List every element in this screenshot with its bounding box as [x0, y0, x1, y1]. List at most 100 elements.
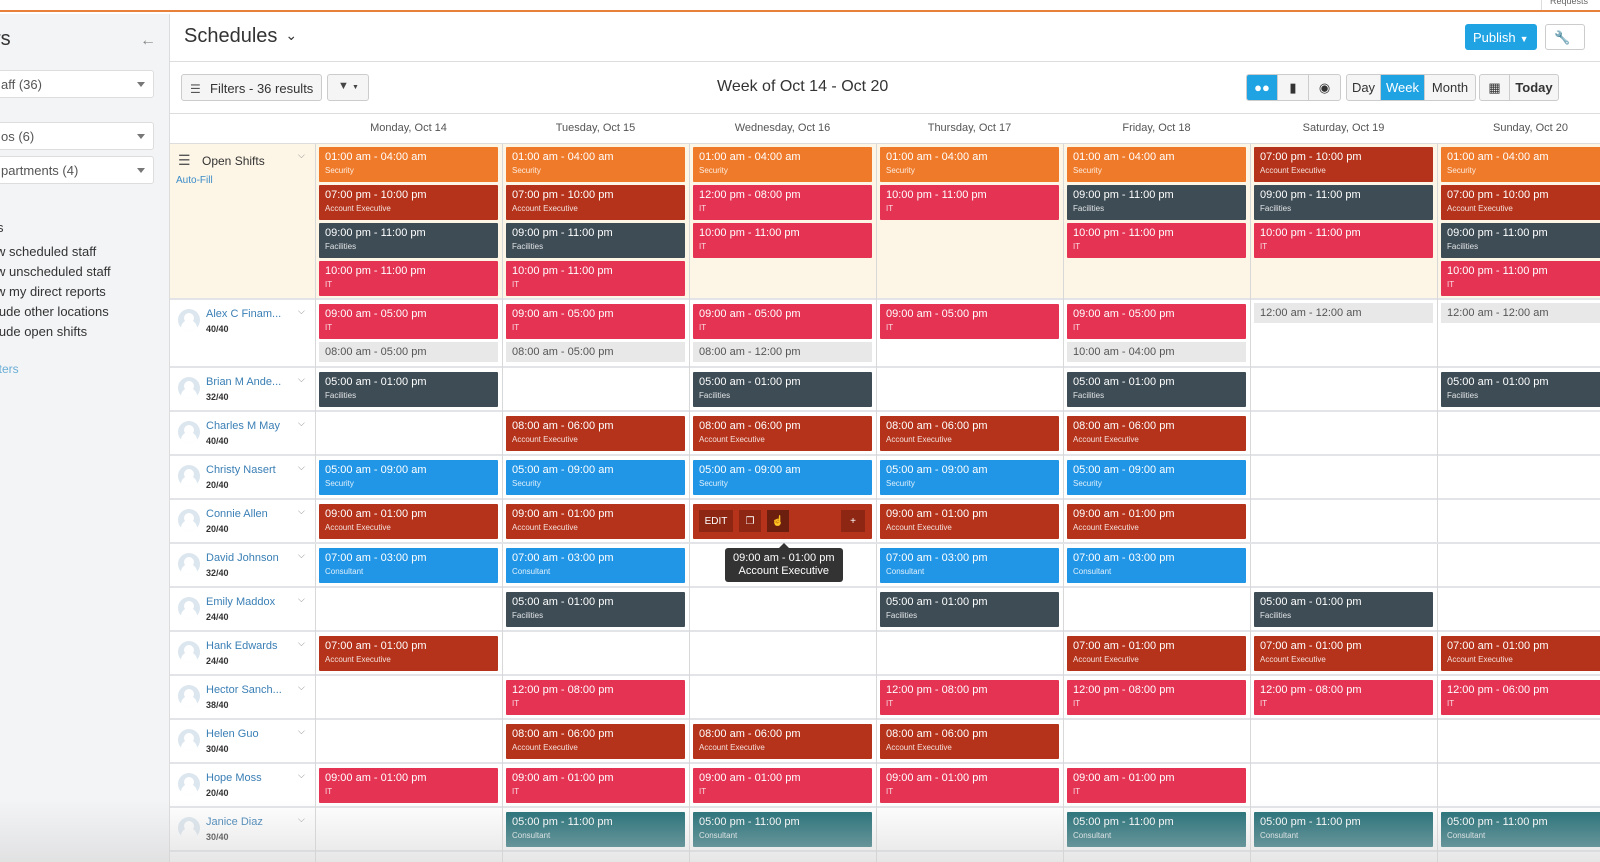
shift-block[interactable]: 12:00 pm - 08:00 pm IT [880, 680, 1059, 715]
chevron-down-icon[interactable]: ⌵ [298, 418, 305, 429]
shift-block[interactable]: 05:00 am - 09:00 am Security [506, 460, 685, 495]
today-button[interactable]: Today [1510, 75, 1558, 100]
employee-name[interactable]: David Johnson [206, 552, 279, 564]
shift-block[interactable]: 05:00 am - 01:00 pm Facilities [880, 592, 1059, 627]
open-shift[interactable]: 07:00 pm - 10:00 pm Account Executive [1441, 185, 1600, 220]
shift-block[interactable]: 09:00 am - 01:00 pm IT [693, 768, 872, 803]
shift-block[interactable]: 12:00 pm - 08:00 pm IT [1067, 680, 1246, 715]
team-icon[interactable]: ●● [1247, 75, 1278, 100]
shift-block[interactable]: 08:00 am - 06:00 pm Account Executive [506, 416, 685, 451]
hovered-shift[interactable]: EDIT ❐ ☝ + [693, 504, 872, 539]
open-shift[interactable]: 10:00 pm - 11:00 pm IT [506, 261, 685, 296]
open-shift[interactable]: 01:00 am - 04:00 am Security [1441, 147, 1600, 182]
arrow-left-icon[interactable]: ← [140, 32, 156, 50]
shift-block[interactable]: 05:00 pm - 11:00 pm Consultant [1067, 812, 1246, 847]
wrench-icon[interactable]: 🔧 [1545, 24, 1585, 50]
chevron-down-icon[interactable]: ⌵ [298, 550, 305, 561]
staff-select[interactable]: aff (36) [0, 70, 154, 98]
open-shift[interactable]: 07:00 pm - 10:00 pm Account Executive [319, 185, 498, 220]
shift-block[interactable]: 07:00 am - 03:00 pm Consultant [319, 548, 498, 583]
shift-block[interactable]: 07:00 am - 01:00 pm Account Executive [1441, 636, 1600, 671]
range-week-button[interactable]: Week [1381, 75, 1425, 100]
shift-block[interactable]: 07:00 am - 03:00 pm Consultant [506, 548, 685, 583]
shift-block[interactable]: 09:00 am - 05:00 pm IT [506, 304, 685, 339]
shift-block[interactable]: 09:00 am - 01:00 pm IT [1067, 768, 1246, 803]
open-shift[interactable]: 09:00 pm - 11:00 pm Facilities [506, 223, 685, 258]
shift-block[interactable]: 08:00 am - 06:00 pm Account Executive [693, 724, 872, 759]
employee-name[interactable]: Christy Nasert [206, 464, 276, 476]
publish-button[interactable]: Publish ▼ [1465, 24, 1537, 50]
chevron-down-icon[interactable]: ⌵ [298, 682, 305, 693]
open-shift[interactable]: 10:00 pm - 11:00 pm IT [1254, 223, 1433, 258]
shift-block[interactable]: 09:00 am - 05:00 pm IT [693, 304, 872, 339]
shift-block[interactable]: 08:00 am - 06:00 pm Account Executive [693, 416, 872, 451]
open-shift[interactable]: 12:00 pm - 08:00 pm IT [693, 185, 872, 220]
employee-name[interactable]: Helen Guo [206, 728, 259, 740]
chevron-down-icon[interactable]: ⌵ [298, 374, 305, 385]
open-shift[interactable]: 07:00 pm - 10:00 pm Account Executive [1254, 147, 1433, 182]
shift-block[interactable]: 09:00 am - 01:00 pm IT [319, 768, 498, 803]
open-shift[interactable]: 10:00 pm - 11:00 pm IT [319, 261, 498, 296]
shift-block[interactable]: 05:00 am - 09:00 am Security [880, 460, 1059, 495]
delete-shift-button[interactable]: ☝ [767, 510, 789, 532]
edit-shift-button[interactable]: EDIT [699, 510, 733, 532]
chevron-down-icon[interactable]: ⌵ [298, 638, 305, 649]
auto-fill-link[interactable]: Auto-Fill [176, 175, 213, 186]
departments-select[interactable]: partments (4) [0, 156, 154, 184]
chevron-down-icon[interactable]: ⌵ [298, 770, 305, 781]
chevron-down-icon[interactable]: ⌵ [298, 726, 305, 737]
shift-block[interactable]: 05:00 pm - 11:00 pm Consultant [693, 812, 872, 847]
chevron-down-icon[interactable]: ⌵ [298, 150, 305, 161]
shift-block[interactable]: 09:00 am - 01:00 pm Account Executive [506, 504, 685, 539]
chevron-down-icon[interactable]: ⌵ [298, 594, 305, 605]
shift-block[interactable]: 05:00 pm - 11:00 pm Consultant [1254, 812, 1433, 847]
range-month-button[interactable]: Month [1425, 75, 1475, 100]
open-shift[interactable]: 09:00 pm - 11:00 pm Facilities [1067, 185, 1246, 220]
employee-name[interactable]: Hank Edwards [206, 640, 278, 652]
shift-block[interactable]: 07:00 am - 01:00 pm Account Executive [1254, 636, 1433, 671]
shift-block[interactable]: 05:00 am - 01:00 pm Facilities [1067, 372, 1246, 407]
employee-name[interactable]: Janice Diaz [206, 816, 263, 828]
employee-name[interactable]: Charles M May [206, 420, 280, 432]
open-shift[interactable]: 10:00 pm - 11:00 pm IT [1441, 261, 1600, 296]
shift-block[interactable]: 05:00 am - 01:00 pm Facilities [319, 372, 498, 407]
option-show-scheduled[interactable]: w scheduled staff [0, 244, 96, 259]
person-icon[interactable]: ◉ [1309, 75, 1340, 100]
shift-block[interactable]: 09:00 am - 01:00 pm IT [506, 768, 685, 803]
shift-block[interactable]: 09:00 am - 01:00 pm Account Executive [319, 504, 498, 539]
option-show-unscheduled[interactable]: w unscheduled staff [0, 264, 111, 279]
shift-block[interactable]: 05:00 am - 09:00 am Security [693, 460, 872, 495]
open-shift[interactable]: 09:00 pm - 11:00 pm Facilities [1441, 223, 1600, 258]
shift-block[interactable]: 07:00 am - 03:00 pm Consultant [880, 548, 1059, 583]
chevron-down-icon[interactable]: ⌵ [298, 506, 305, 517]
shift-block[interactable]: 12:00 pm - 06:00 pm IT [1441, 680, 1600, 715]
shift-block[interactable]: 12:00 pm - 08:00 pm IT [506, 680, 685, 715]
shift-block[interactable]: 05:00 am - 09:00 am Security [1067, 460, 1246, 495]
shift-block[interactable]: 08:00 am - 06:00 pm Account Executive [880, 724, 1059, 759]
open-shift[interactable]: 01:00 am - 04:00 am Security [880, 147, 1059, 182]
employee-name[interactable]: Hector Sanch... [206, 684, 282, 696]
add-shift-button[interactable]: + [841, 510, 865, 532]
shift-block[interactable]: 05:00 am - 01:00 pm Facilities [1254, 592, 1433, 627]
chevron-down-icon[interactable]: ⌵ [298, 814, 305, 825]
shift-block[interactable]: 08:00 am - 06:00 pm Account Executive [506, 724, 685, 759]
shift-block[interactable]: 07:00 am - 01:00 pm Account Executive [1067, 636, 1246, 671]
shift-block[interactable]: 08:00 am - 06:00 pm Account Executive [1067, 416, 1246, 451]
shift-block[interactable]: 05:00 pm - 11:00 pm Consultant [1441, 812, 1600, 847]
schedules-dropdown[interactable]: Schedules ⌄ [184, 25, 297, 48]
open-shift[interactable]: 01:00 am - 04:00 am Security [506, 147, 685, 182]
option-show-direct-reports[interactable]: w my direct reports [0, 284, 106, 299]
range-day-button[interactable]: Day [1347, 75, 1381, 100]
open-shift[interactable]: 07:00 pm - 10:00 pm Account Executive [506, 185, 685, 220]
copy-icon[interactable]: ❐ [739, 510, 761, 532]
shift-block[interactable]: 05:00 am - 01:00 pm Facilities [1441, 372, 1600, 407]
document-icon[interactable]: ▮ [1278, 75, 1309, 100]
shift-block[interactable]: 05:00 pm - 11:00 pm Consultant [506, 812, 685, 847]
shift-block[interactable]: 09:00 am - 05:00 pm IT [880, 304, 1059, 339]
employee-name[interactable]: Alex C Finam... [206, 308, 281, 320]
shift-block[interactable]: 09:00 am - 05:00 pm IT [1067, 304, 1246, 339]
shift-block[interactable]: 09:00 am - 01:00 pm Account Executive [880, 504, 1059, 539]
employee-name[interactable]: Brian M Ande... [206, 376, 281, 388]
shift-block[interactable]: 12:00 pm - 08:00 pm IT [1254, 680, 1433, 715]
open-shift[interactable]: 10:00 pm - 11:00 pm IT [693, 223, 872, 258]
